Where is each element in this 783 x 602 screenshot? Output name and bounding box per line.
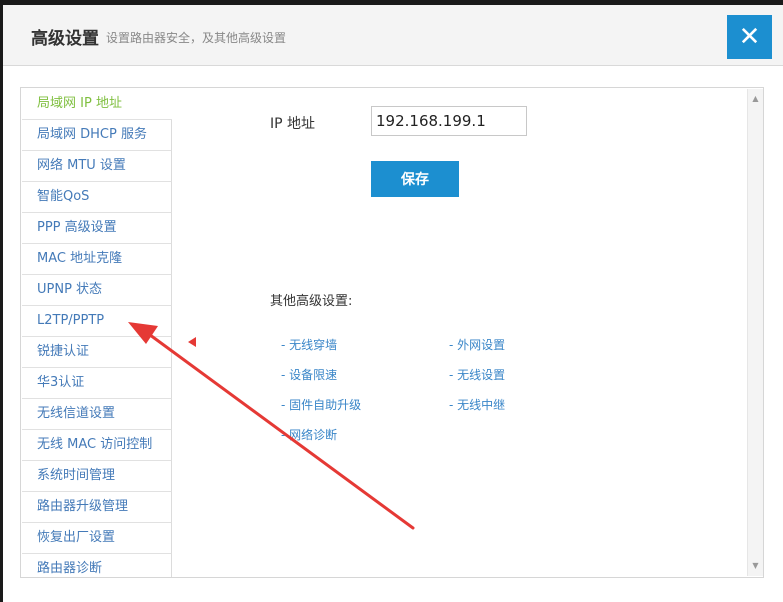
save-button[interactable]: 保存 — [371, 161, 459, 197]
link-wan-settings[interactable]: - 外网设置 — [449, 336, 505, 353]
sidebar-item-lan-ip[interactable]: 局域网 IP 地址 — [22, 89, 172, 120]
link-wall-penetration[interactable]: - 无线穿墙 — [281, 336, 337, 353]
dialog-header: 高级设置 设置路由器安全，及其他高级设置 ✕ — [3, 5, 783, 66]
sidebar-item-label: 局域网 DHCP 服务 — [37, 127, 147, 142]
sidebar-item-label: UPNP 状态 — [37, 282, 103, 297]
sidebar-item-label: 恢复出厂设置 — [37, 530, 116, 545]
close-button[interactable]: ✕ — [727, 15, 772, 59]
sidebar-item-h3c-auth[interactable]: 华3认证 — [22, 368, 172, 399]
link-network-diagnose[interactable]: - 网络诊断 — [281, 426, 337, 443]
link-wireless-settings[interactable]: - 无线设置 — [449, 366, 505, 383]
ip-address-label: IP 地址 — [270, 116, 316, 132]
sidebar-item-label: MAC 地址克隆 — [37, 251, 123, 266]
settings-panel: 局域网 IP 地址 局域网 DHCP 服务 网络 MTU 设置 智能QoS PP… — [20, 87, 764, 578]
link-wireless-relay[interactable]: - 无线中继 — [449, 396, 505, 413]
sidebar-item-label: L2TP/PPTP — [37, 313, 105, 328]
dialog-title: 高级设置 — [31, 29, 99, 49]
sidebar-item-l2tp-pptp[interactable]: L2TP/PPTP — [22, 306, 172, 337]
advanced-settings-dialog: 高级设置 设置路由器安全，及其他高级设置 ✕ 局域网 IP 地址 局域网 DHC… — [3, 5, 783, 602]
sidebar-item-qos[interactable]: 智能QoS — [22, 182, 172, 213]
settings-sidebar: 局域网 IP 地址 局域网 DHCP 服务 网络 MTU 设置 智能QoS PP… — [22, 89, 172, 577]
sidebar-item-ppp[interactable]: PPP 高级设置 — [22, 213, 172, 244]
dialog-subtitle: 设置路由器安全，及其他高级设置 — [106, 31, 287, 45]
sidebar-item-label: 无线信道设置 — [37, 406, 116, 421]
sidebar-item-mac-clone[interactable]: MAC 地址克隆 — [22, 244, 172, 275]
sidebar-item-label: 路由器诊断 — [37, 561, 103, 576]
sidebar-item-mtu[interactable]: 网络 MTU 设置 — [22, 151, 172, 182]
sidebar-item-label: PPP 高级设置 — [37, 220, 117, 235]
other-settings-title: 其他高级设置: — [270, 294, 353, 309]
sidebar-item-label: 锐捷认证 — [37, 344, 90, 359]
sidebar-item-label: 系统时间管理 — [37, 468, 116, 483]
close-icon: ✕ — [738, 22, 761, 52]
scroll-down-icon[interactable]: ▼ — [748, 558, 763, 574]
sidebar-item-lan-dhcp[interactable]: 局域网 DHCP 服务 — [22, 120, 172, 151]
sidebar-item-factory-reset[interactable]: 恢复出厂设置 — [22, 523, 172, 554]
sidebar-item-diagnose[interactable]: 路由器诊断 — [22, 554, 172, 577]
sidebar-item-label: 路由器升级管理 — [37, 499, 129, 514]
sidebar-item-upgrade[interactable]: 路由器升级管理 — [22, 492, 172, 523]
link-device-speed-limit[interactable]: - 设备限速 — [281, 366, 337, 383]
sidebar-item-label: 无线 MAC 访问控制 — [37, 437, 153, 452]
sidebar-item-label: 局域网 IP 地址 — [37, 96, 122, 111]
sidebar-item-upnp[interactable]: UPNP 状态 — [22, 275, 172, 306]
link-firmware-auto-upgrade[interactable]: - 固件自助升级 — [281, 396, 361, 413]
pointer-triangle-icon — [188, 337, 196, 347]
sidebar-item-ruijie-auth[interactable]: 锐捷认证 — [22, 337, 172, 368]
sidebar-item-label: 网络 MTU 设置 — [37, 158, 126, 173]
ip-address-input[interactable] — [371, 106, 527, 136]
scroll-up-icon[interactable]: ▲ — [748, 91, 763, 107]
sidebar-item-wifi-mac-acl[interactable]: 无线 MAC 访问控制 — [22, 430, 172, 461]
sidebar-item-system-time[interactable]: 系统时间管理 — [22, 461, 172, 492]
sidebar-item-label: 华3认证 — [37, 375, 85, 390]
sidebar-item-wifi-channel[interactable]: 无线信道设置 — [22, 399, 172, 430]
vertical-scrollbar[interactable]: ▲ ▼ — [747, 89, 763, 576]
sidebar-item-label: 智能QoS — [37, 189, 90, 204]
